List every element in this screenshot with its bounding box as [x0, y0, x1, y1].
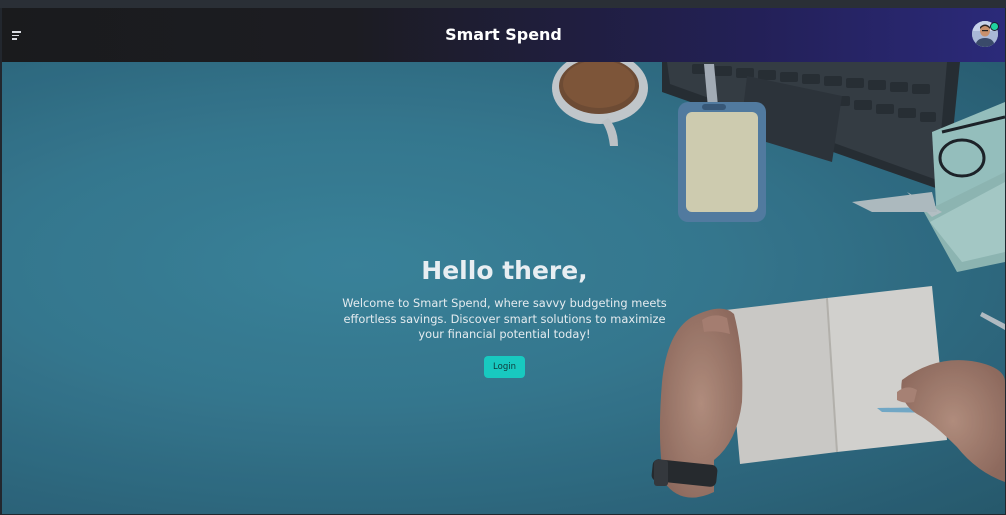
login-button[interactable]: Login: [484, 355, 525, 378]
hamburger-menu-icon[interactable]: [12, 31, 24, 41]
hero-description: Welcome to Smart Spend, where savvy budg…: [342, 296, 667, 341]
hero-heading: Hello there,: [421, 256, 588, 285]
online-status-dot: [990, 22, 999, 31]
hero-content: Hello there, Welcome to Smart Spend, whe…: [332, 255, 677, 378]
browser-frame-top: [0, 0, 1006, 8]
app-title: Smart Spend: [445, 25, 562, 44]
app-window: Smart Spend Hello there, Welcome to Smar…: [2, 8, 1005, 514]
hero-section: Hello there, Welcome to Smart Spend, whe…: [2, 62, 1005, 514]
top-navbar: Smart Spend: [2, 8, 1005, 62]
